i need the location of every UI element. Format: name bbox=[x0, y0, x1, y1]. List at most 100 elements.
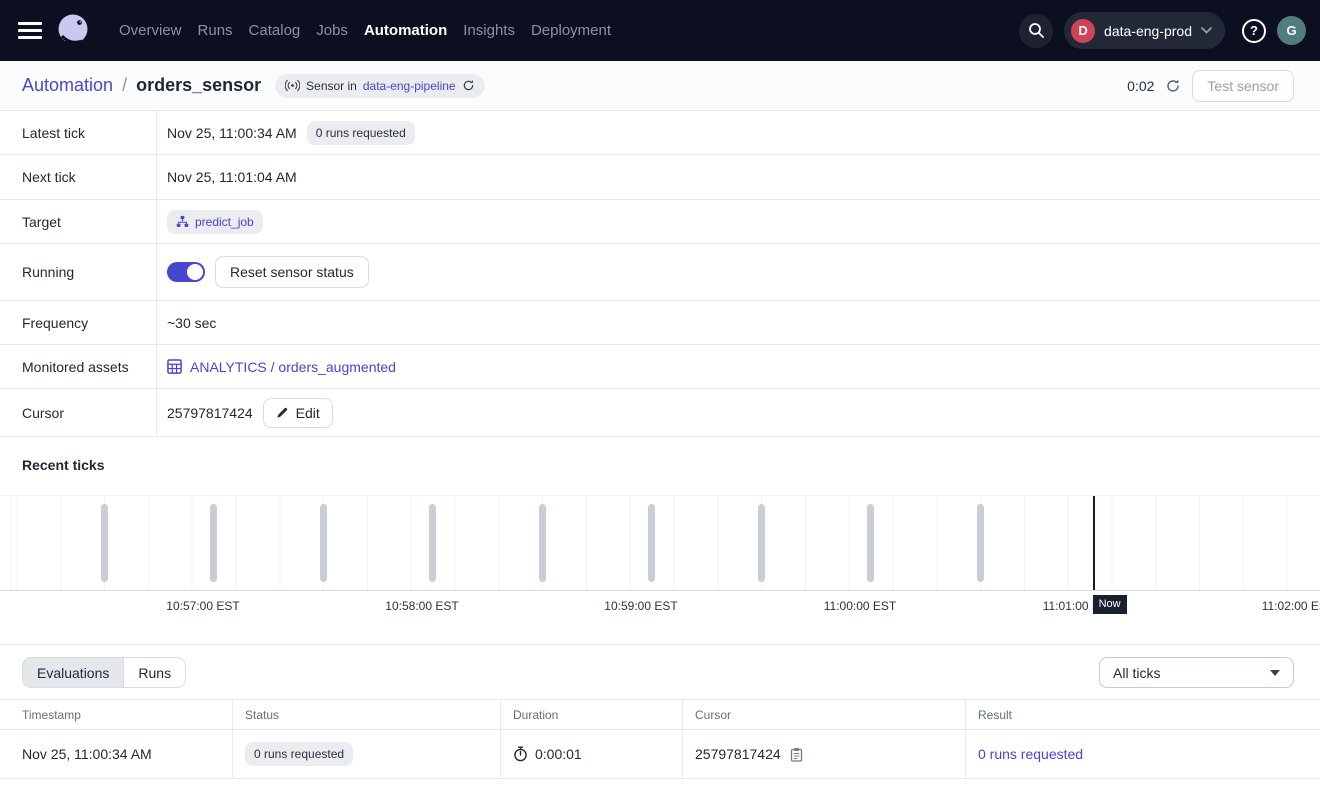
cursor-value: 25797817424 bbox=[167, 405, 253, 421]
tab-runs[interactable]: Runs bbox=[124, 658, 185, 687]
tick-bar[interactable] bbox=[101, 504, 108, 582]
menu-icon[interactable] bbox=[18, 22, 42, 39]
tick-history-section: Evaluations Runs All ticks Timestamp Sta… bbox=[0, 644, 1320, 779]
latest-tick-label: Latest tick bbox=[0, 111, 157, 154]
tick-bar[interactable] bbox=[867, 504, 874, 582]
tick-bar[interactable] bbox=[977, 504, 984, 582]
tick-bar[interactable] bbox=[539, 504, 546, 582]
cursor-label: Cursor bbox=[0, 389, 157, 436]
page-title: orders_sensor bbox=[136, 75, 261, 96]
frequency-value: ~30 sec bbox=[167, 315, 216, 331]
col-result: Result bbox=[966, 700, 1320, 729]
help-icon[interactable]: ? bbox=[1242, 19, 1266, 43]
next-tick-value: Nov 25, 11:01:04 AM bbox=[167, 169, 297, 185]
running-label: Running bbox=[0, 244, 157, 300]
nav-item-automation[interactable]: Automation bbox=[364, 22, 447, 39]
monitored-asset-path: ANALYTICS / orders_augmented bbox=[190, 359, 396, 375]
frequency-label: Frequency bbox=[0, 301, 157, 344]
select-caret-icon bbox=[1270, 670, 1280, 676]
chevron-down-icon bbox=[1201, 27, 1212, 34]
detail-row-latest-tick: Latest tick Nov 25, 11:00:34 AM 0 runs r… bbox=[0, 111, 1320, 155]
test-sensor-button[interactable]: Test sensor bbox=[1192, 70, 1294, 102]
latest-tick-status-badge: 0 runs requested bbox=[307, 121, 415, 145]
nav-item-deployment[interactable]: Deployment bbox=[531, 22, 611, 39]
tick-filter-select[interactable]: All ticks bbox=[1099, 657, 1294, 688]
nav-item-jobs[interactable]: Jobs bbox=[316, 22, 348, 39]
search-button[interactable] bbox=[1019, 14, 1053, 48]
repository-link[interactable]: data-eng-pipeline bbox=[363, 79, 456, 93]
refresh-icon[interactable] bbox=[1165, 78, 1181, 94]
latest-tick-value: Nov 25, 11:00:34 AM bbox=[167, 125, 297, 141]
history-toolbar: Evaluations Runs All ticks bbox=[0, 645, 1320, 699]
copy-clipboard-icon[interactable] bbox=[790, 747, 803, 762]
user-avatar[interactable]: G bbox=[1277, 16, 1306, 45]
history-tab-group: Evaluations Runs bbox=[22, 657, 186, 688]
breadcrumb-automation-link[interactable]: Automation bbox=[22, 75, 113, 96]
tick-bar[interactable] bbox=[429, 504, 436, 582]
col-timestamp: Timestamp bbox=[0, 700, 233, 729]
edit-cursor-label: Edit bbox=[296, 405, 320, 421]
recent-ticks-title: Recent ticks bbox=[0, 437, 1320, 495]
recent-ticks-plot bbox=[0, 495, 1320, 591]
axis-tick-label: 10:58:00 EST bbox=[385, 599, 458, 613]
row-timestamp: Nov 25, 11:00:34 AM bbox=[0, 730, 233, 778]
tick-bar[interactable] bbox=[648, 504, 655, 582]
stopwatch-icon bbox=[513, 746, 528, 762]
col-duration: Duration bbox=[501, 700, 683, 729]
reset-sensor-status-button[interactable]: Reset sensor status bbox=[215, 256, 369, 288]
detail-row-next-tick: Next tick Nov 25, 11:01:04 AM bbox=[0, 155, 1320, 200]
sensor-type-label: Sensor in bbox=[306, 79, 357, 93]
recent-ticks-axis: 10:57:00 EST 10:58:00 EST 10:59:00 EST 11:0… bbox=[0, 591, 1320, 621]
axis-tick-label: 11:02:00 EST bbox=[1262, 599, 1320, 613]
row-cursor: 25797817424 bbox=[695, 746, 781, 762]
edit-cursor-button[interactable]: Edit bbox=[263, 398, 333, 428]
row-result-link[interactable]: 0 runs requested bbox=[978, 746, 1083, 762]
nav-item-overview[interactable]: Overview bbox=[119, 22, 182, 39]
asset-table-icon bbox=[167, 359, 182, 374]
now-marker-tooltip: Now bbox=[1093, 595, 1127, 614]
monitored-asset-link[interactable]: ANALYTICS / orders_augmented bbox=[167, 359, 396, 375]
tab-evaluations[interactable]: Evaluations bbox=[23, 658, 124, 687]
deployment-name: data-eng-prod bbox=[1104, 23, 1192, 39]
history-table-row: Nov 25, 11:00:34 AM 0 runs requested 0:0… bbox=[0, 730, 1320, 779]
detail-row-target: Target predict_job bbox=[0, 200, 1320, 244]
detail-row-monitored-assets: Monitored assets ANALYTICS / orders_augm… bbox=[0, 345, 1320, 389]
detail-row-frequency: Frequency ~30 sec bbox=[0, 301, 1320, 345]
deployment-switcher[interactable]: D data-eng-prod bbox=[1064, 12, 1225, 49]
target-job-chip[interactable]: predict_job bbox=[167, 210, 263, 234]
sensor-signal-icon bbox=[285, 79, 300, 92]
tick-bar[interactable] bbox=[320, 504, 327, 582]
axis-tick-label: 10:57:00 EST bbox=[166, 599, 239, 613]
sensor-details: Latest tick Nov 25, 11:00:34 AM 0 runs r… bbox=[0, 111, 1320, 437]
breadcrumb-separator: / bbox=[122, 75, 127, 96]
job-icon bbox=[176, 215, 189, 228]
axis-tick-label: 10:59:00 EST bbox=[604, 599, 677, 613]
target-job-link[interactable]: predict_job bbox=[195, 215, 254, 229]
history-table-header: Timestamp Status Duration Cursor Result bbox=[0, 699, 1320, 730]
detail-row-cursor: Cursor 25797817424 Edit bbox=[0, 389, 1320, 437]
search-icon bbox=[1028, 22, 1045, 39]
reload-repository-icon[interactable] bbox=[462, 79, 475, 92]
pencil-icon bbox=[276, 406, 289, 419]
tick-filter-value: All ticks bbox=[1113, 665, 1160, 681]
next-tick-label: Next tick bbox=[0, 155, 157, 199]
col-status: Status bbox=[233, 700, 501, 729]
top-nav: Overview Runs Catalog Jobs Automation In… bbox=[0, 0, 1320, 61]
tick-bar[interactable] bbox=[758, 504, 765, 582]
nav-item-runs[interactable]: Runs bbox=[198, 22, 233, 39]
row-status-badge: 0 runs requested bbox=[245, 742, 353, 766]
primary-nav: Overview Runs Catalog Jobs Automation In… bbox=[119, 22, 611, 39]
now-marker-line bbox=[1093, 496, 1095, 590]
tick-bar[interactable] bbox=[210, 504, 217, 582]
nav-item-insights[interactable]: Insights bbox=[463, 22, 515, 39]
row-duration: 0:00:01 bbox=[535, 746, 582, 762]
dagster-logo-icon[interactable] bbox=[52, 10, 94, 52]
detail-row-running: Running Reset sensor status bbox=[0, 244, 1320, 301]
page-header: Automation / orders_sensor Sensor in dat… bbox=[0, 61, 1320, 111]
nav-item-catalog[interactable]: Catalog bbox=[249, 22, 301, 39]
axis-tick-label: 11:00:00 EST bbox=[824, 599, 897, 613]
refresh-countdown: 0:02 bbox=[1127, 78, 1154, 94]
running-toggle[interactable] bbox=[167, 262, 205, 282]
col-cursor: Cursor bbox=[683, 700, 966, 729]
target-label: Target bbox=[0, 200, 157, 243]
